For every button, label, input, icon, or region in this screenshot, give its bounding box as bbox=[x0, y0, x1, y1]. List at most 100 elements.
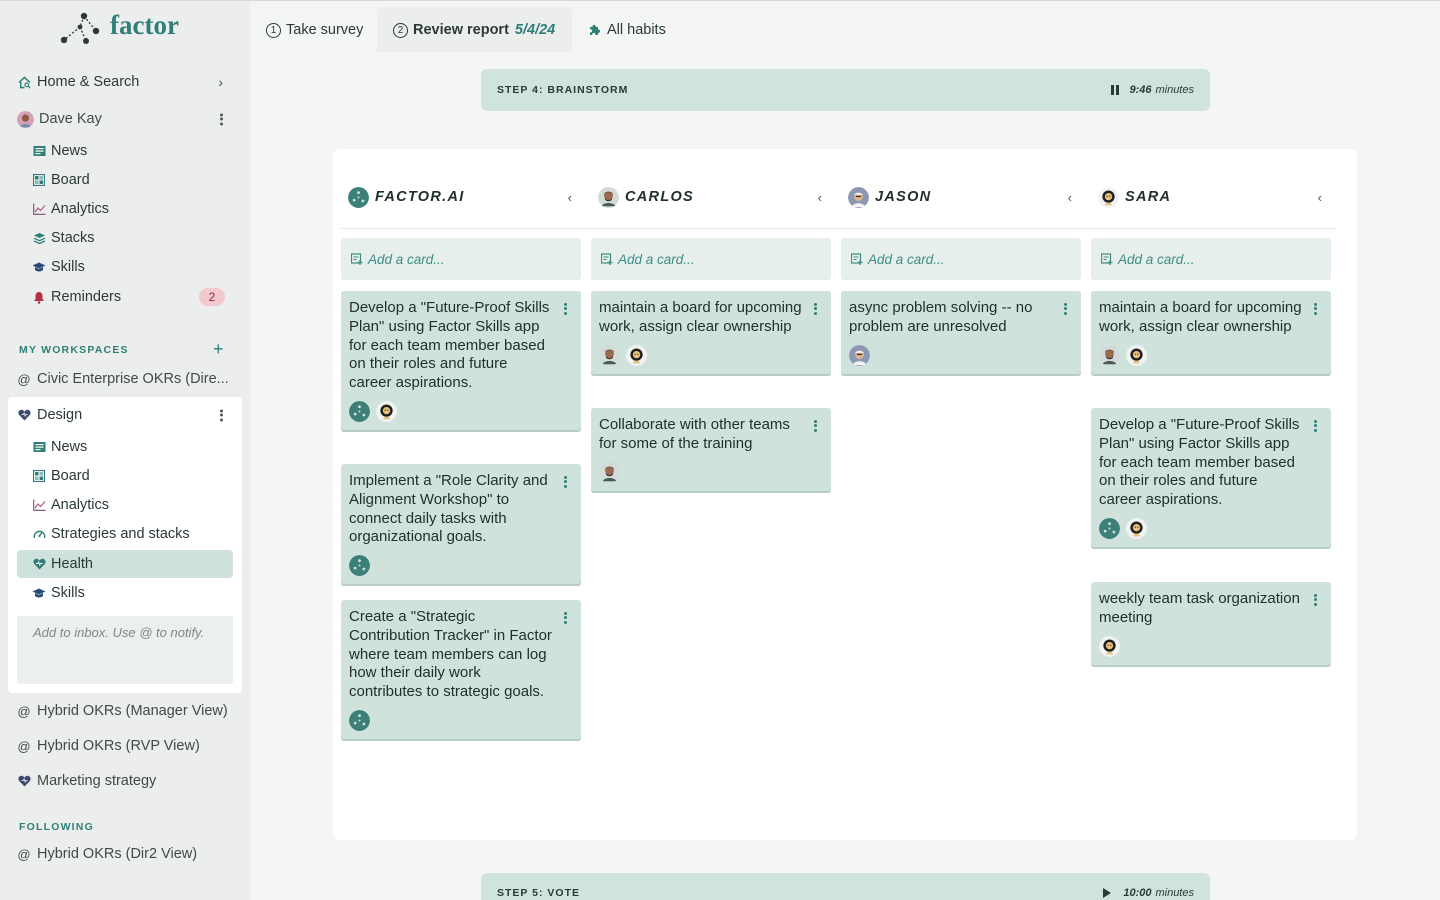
tab-take-survey[interactable]: 1 Take survey bbox=[250, 7, 379, 53]
column-header-jason: JASON ‹ bbox=[848, 183, 1080, 211]
carlos-avatar bbox=[1099, 345, 1120, 366]
top-tabs: 1 Take survey 2 Review report 5/4/24 All… bbox=[250, 0, 1440, 53]
sidebar-item-label: Analytics bbox=[51, 201, 110, 217]
chevron-left-icon[interactable]: ‹ bbox=[568, 190, 572, 205]
skills-icon bbox=[32, 260, 46, 274]
jason-avatar bbox=[849, 345, 870, 366]
idea-card[interactable]: async problem solving -- no problem are … bbox=[841, 291, 1081, 374]
workspace-marketing[interactable]: Marketing strategy bbox=[17, 768, 233, 794]
add-card-placeholder: Add a card... bbox=[1118, 251, 1195, 267]
sidebar-item-strategies[interactable]: Strategies and stacks bbox=[32, 521, 233, 547]
idea-card[interactable]: weekly team task organization meeting bbox=[1091, 582, 1331, 665]
following-hybrid-dir2[interactable]: @ Hybrid OKRs (Dir2 View) bbox=[17, 841, 233, 867]
add-card-input[interactable]: Add a card... bbox=[1091, 238, 1331, 280]
sara-avatar bbox=[626, 345, 647, 366]
workspace-hybrid-manager[interactable]: @ Hybrid OKRs (Manager View) bbox=[17, 698, 233, 724]
more-vertical-icon[interactable] bbox=[564, 610, 567, 625]
more-vertical-icon[interactable] bbox=[564, 474, 567, 489]
tab-label: Review report bbox=[413, 22, 509, 38]
idea-card[interactable]: Create a "Strategic Contribution Tracker… bbox=[341, 600, 581, 739]
news-icon bbox=[32, 440, 46, 454]
pause-icon[interactable] bbox=[1111, 85, 1120, 95]
board-icon bbox=[32, 469, 46, 483]
sidebar-item-skills[interactable]: Skills bbox=[32, 254, 233, 280]
more-vertical-icon[interactable] bbox=[1314, 418, 1317, 433]
sidebar-item-label: Board bbox=[51, 468, 90, 484]
carlos-avatar bbox=[598, 187, 619, 208]
add-card-input[interactable]: Add a card... bbox=[841, 238, 1081, 280]
at-icon: @ bbox=[17, 738, 31, 754]
add-workspace-button[interactable]: + bbox=[213, 340, 224, 358]
card-text: weekly team task organization meeting bbox=[1099, 590, 1300, 626]
workspace-design[interactable]: Design bbox=[17, 402, 233, 428]
puzzle-icon bbox=[588, 23, 602, 37]
step-number-badge: 2 bbox=[393, 22, 408, 38]
more-vertical-icon[interactable] bbox=[564, 301, 567, 316]
heart-icon bbox=[17, 408, 31, 422]
sidebar-item-label: Skills bbox=[51, 585, 85, 601]
workspace-hybrid-rvp[interactable]: @ Hybrid OKRs (RVP View) bbox=[17, 733, 233, 759]
sidebar-item-label: Health bbox=[51, 556, 93, 572]
more-vertical-icon[interactable] bbox=[1314, 301, 1317, 316]
sidebar-item-health[interactable]: Health bbox=[17, 550, 233, 578]
sidebar-item-design-analytics[interactable]: Analytics bbox=[32, 492, 233, 518]
chevron-right-icon: › bbox=[218, 74, 223, 90]
chevron-left-icon[interactable]: ‹ bbox=[1068, 190, 1072, 205]
sidebar-item-design-skills[interactable]: Skills bbox=[32, 580, 233, 606]
sidebar-item-label: Analytics bbox=[51, 497, 110, 513]
more-vertical-icon[interactable] bbox=[1064, 301, 1067, 316]
sidebar-user[interactable]: Dave Kay bbox=[17, 106, 233, 132]
user-name: Dave Kay bbox=[39, 111, 102, 127]
card-text: Develop a "Future-Proof Skills Plan" usi… bbox=[349, 299, 550, 392]
factor-logo[interactable]: factor bbox=[56, 7, 179, 47]
more-vertical-icon[interactable] bbox=[220, 408, 223, 423]
workspace-label: Hybrid OKRs (Dir2 View) bbox=[37, 846, 198, 862]
more-vertical-icon[interactable] bbox=[1314, 592, 1317, 607]
column-header-sara: SARA ‹ bbox=[1098, 183, 1330, 211]
main-content: STEP 4: BRAINSTORM 9:46 minutes FACTOR.A… bbox=[250, 52, 1440, 900]
card-text: maintain a board for upcoming work, assi… bbox=[599, 299, 802, 335]
inbox-input[interactable]: Add to inbox. Use @ to notify. bbox=[17, 616, 233, 684]
add-card-icon bbox=[1101, 253, 1113, 265]
sidebar: factor Home & Search › Dave Kay News Boa… bbox=[0, 0, 250, 900]
sidebar-item-design-board[interactable]: Board bbox=[32, 463, 233, 489]
add-card-input[interactable]: Add a card... bbox=[591, 238, 831, 280]
chevron-left-icon[interactable]: ‹ bbox=[1318, 190, 1322, 205]
at-icon: @ bbox=[17, 371, 31, 387]
add-card-input[interactable]: Add a card... bbox=[341, 238, 581, 280]
more-vertical-icon[interactable] bbox=[814, 301, 817, 316]
workspace-civic-enterprise[interactable]: @ Civic Enterprise OKRs (Dire... bbox=[17, 366, 233, 392]
sidebar-item-home[interactable]: Home & Search › bbox=[17, 69, 233, 95]
sidebar-item-stacks[interactable]: Stacks bbox=[32, 225, 233, 251]
sidebar-item-analytics[interactable]: Analytics bbox=[32, 196, 233, 222]
idea-card[interactable]: Implement a "Role Clarity and Alignment … bbox=[341, 464, 581, 585]
idea-card[interactable]: Collaborate with other teams for some of… bbox=[591, 408, 831, 491]
header-divider bbox=[341, 228, 1336, 229]
idea-card[interactable]: maintain a board for upcoming work, assi… bbox=[1091, 291, 1331, 374]
sidebar-item-label: News bbox=[51, 439, 88, 455]
gauge-icon bbox=[32, 527, 46, 541]
tab-all-habits[interactable]: All habits bbox=[572, 7, 682, 53]
timer-value: 9:46 bbox=[1129, 84, 1152, 96]
idea-card[interactable]: maintain a board for upcoming work, assi… bbox=[591, 291, 831, 374]
idea-card[interactable]: Develop a "Future-Proof Skills Plan" usi… bbox=[341, 291, 581, 430]
sidebar-item-label: Board bbox=[51, 172, 90, 188]
sidebar-item-reminders[interactable]: Reminders 2 bbox=[32, 284, 233, 310]
card-text: Create a "Strategic Contribution Tracker… bbox=[349, 608, 552, 701]
idea-card[interactable]: Develop a "Future-Proof Skills Plan" usi… bbox=[1091, 408, 1331, 547]
play-icon[interactable] bbox=[1103, 888, 1112, 898]
sidebar-item-design-news[interactable]: News bbox=[32, 434, 233, 460]
tab-review-report[interactable]: 2 Review report 5/4/24 bbox=[377, 7, 572, 53]
more-vertical-icon[interactable] bbox=[220, 112, 223, 127]
my-workspaces-title: MY WORKSPACES bbox=[19, 344, 129, 356]
add-card-icon bbox=[851, 253, 863, 265]
sidebar-item-label: Skills bbox=[51, 259, 85, 275]
step-title: STEP 5: VOTE bbox=[497, 887, 580, 899]
more-vertical-icon[interactable] bbox=[814, 418, 817, 433]
sidebar-item-board[interactable]: Board bbox=[32, 167, 233, 193]
chevron-left-icon[interactable]: ‹ bbox=[818, 190, 822, 205]
workspace-label: Design bbox=[37, 407, 83, 423]
sara-avatar bbox=[1126, 345, 1147, 366]
sidebar-item-news[interactable]: News bbox=[32, 138, 233, 164]
sara-avatar bbox=[376, 401, 397, 422]
